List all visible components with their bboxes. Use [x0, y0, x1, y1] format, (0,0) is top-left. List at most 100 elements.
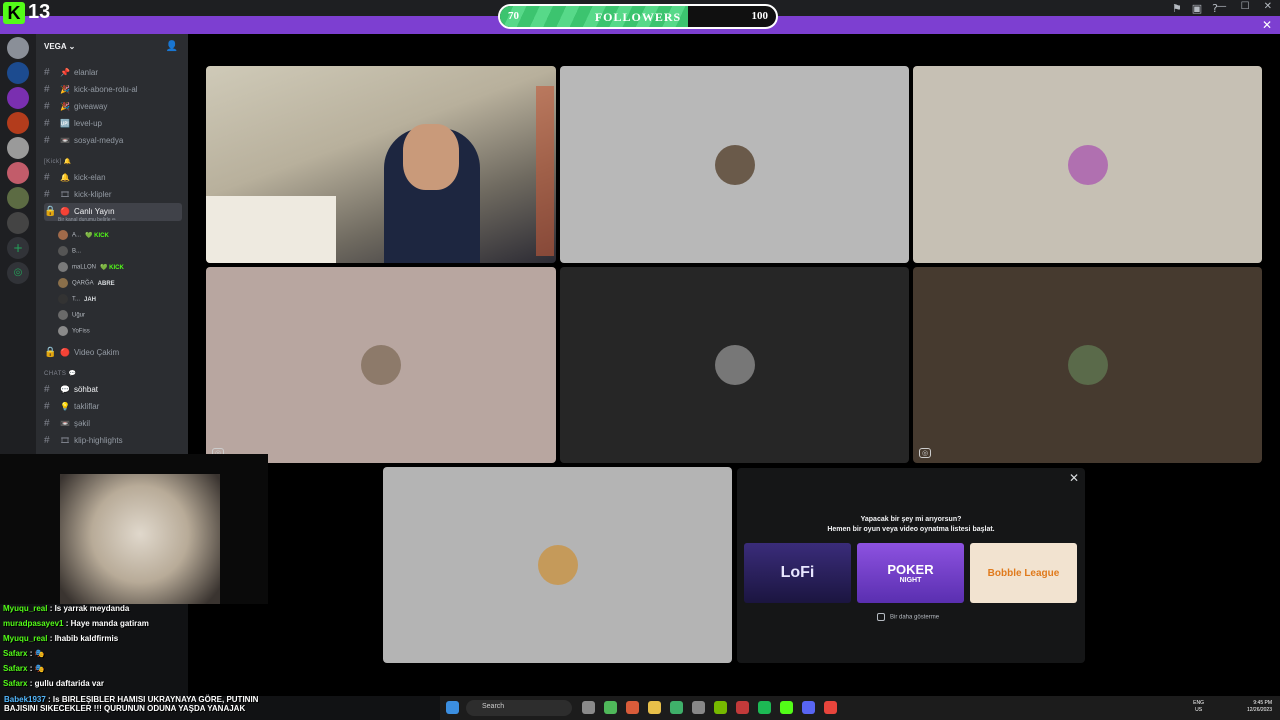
- channel-label: elanlar: [73, 68, 98, 77]
- chrome-icon[interactable]: [604, 701, 617, 714]
- channel-item[interactable]: # 🆙 level-up: [44, 118, 102, 129]
- stream-icon[interactable]: ◎: [919, 448, 931, 458]
- window-controls: — ☐ ✕: [1217, 1, 1272, 12]
- chat-message: Safarx : 🎭: [3, 649, 45, 658]
- activity-card-label: Bobble League: [987, 567, 1060, 579]
- server-icon[interactable]: [7, 62, 29, 84]
- avatar: [58, 262, 68, 272]
- channel-status-hint[interactable]: Bir kanal durumu belirle ✏: [58, 217, 116, 223]
- user-badge: JAH: [84, 296, 97, 303]
- nvidia-icon[interactable]: [714, 701, 727, 714]
- channel-item[interactable]: # 🎞 kick-klipler: [44, 189, 112, 200]
- app-icon[interactable]: [626, 701, 639, 714]
- avatar: [714, 144, 755, 185]
- chat-username: Myuqu_real: [3, 604, 48, 613]
- activity-card-lofi[interactable]: LoFi: [744, 543, 851, 603]
- channel-item[interactable]: # 🎞 klip-highlights: [44, 435, 123, 446]
- camera-background-light: [536, 86, 554, 256]
- channel-label: sosyal-medya: [73, 136, 124, 145]
- channel-label: kick-elan: [73, 173, 106, 182]
- app-icon[interactable]: [824, 701, 837, 714]
- server-icon[interactable]: [7, 112, 29, 134]
- server-name[interactable]: VEGA ⌄: [44, 42, 75, 51]
- server-icon[interactable]: [7, 212, 29, 234]
- store-icon[interactable]: [692, 701, 705, 714]
- close-icon[interactable]: ✕: [1069, 471, 1079, 485]
- server-icon[interactable]: [7, 187, 29, 209]
- voice-user[interactable]: A... 💚 KICK: [58, 230, 109, 240]
- channel-item[interactable]: # 📼 sosyal-medya: [44, 135, 123, 146]
- chat-username: Myuqu_real: [3, 634, 48, 643]
- video-tile[interactable]: [560, 66, 909, 263]
- stream-chat: Myuqu_real : Is yarrak meydanda muradpas…: [0, 602, 280, 694]
- taskbar-search[interactable]: Search: [466, 700, 572, 716]
- discord-icon[interactable]: [802, 701, 815, 714]
- channel-item[interactable]: # 📼 şəkil: [44, 418, 90, 429]
- channel-item[interactable]: # 🔔 kick-elan: [44, 172, 106, 183]
- start-icon[interactable]: [446, 701, 459, 714]
- clock[interactable]: 9:45 PM 12/26/2023: [1247, 700, 1272, 714]
- chat-message: muradpasayev1 : Haye manda gatiram: [3, 619, 149, 628]
- chat-username: Safarx: [3, 664, 28, 673]
- streamer-webcam: [0, 454, 268, 604]
- channel-item[interactable]: # 💬 söhbat: [44, 384, 98, 395]
- avatar: [58, 246, 68, 256]
- channel-item[interactable]: # 🎉 giveaway: [44, 101, 107, 112]
- chat-username: Safarx: [3, 649, 28, 658]
- minimize-icon[interactable]: —: [1217, 1, 1227, 12]
- app-icon[interactable]: [670, 701, 683, 714]
- channel-emoji: 🔴: [60, 207, 70, 216]
- video-tile[interactable]: [913, 66, 1262, 263]
- server-icon[interactable]: [7, 87, 29, 109]
- server-rail: + ◎: [0, 34, 36, 454]
- chat-message: Myuqu_real : Is yarrak meydanda: [3, 604, 129, 613]
- channel-sidebar: VEGA ⌄ 👤 # 📌 elanlar # 🎉 kick-abone-rolu-al …: [36, 34, 188, 454]
- add-server-icon[interactable]: +: [7, 237, 29, 259]
- activity-card-bobble-league[interactable]: Bobble League: [970, 543, 1077, 603]
- voice-user[interactable]: maLLON 💚 KICK: [58, 262, 124, 272]
- channel-item[interactable]: # 📌 elanlar: [44, 67, 98, 78]
- language-code: ENG: [1193, 700, 1204, 706]
- close-icon[interactable]: ✕: [1264, 1, 1272, 12]
- channel-emoji: 📌: [60, 68, 70, 77]
- dont-show-again-checkbox[interactable]: Bir daha gösterme: [877, 613, 939, 621]
- spotify-icon[interactable]: [758, 701, 771, 714]
- channel-item[interactable]: # 💡 takliflar: [44, 401, 99, 412]
- channel-label: Video Çakim: [73, 348, 120, 357]
- channel-emoji: 🔔: [60, 173, 70, 182]
- kick-logo: K: [3, 2, 25, 24]
- video-tile-camera[interactable]: [206, 66, 556, 263]
- voice-user[interactable]: Uğur: [58, 310, 85, 320]
- voice-user[interactable]: YoFiss: [58, 326, 90, 336]
- activity-card-poker[interactable]: POKER NIGHT: [857, 543, 964, 603]
- category-kick[interactable]: [Kick] 🔔: [44, 158, 72, 165]
- video-tile[interactable]: ◎: [206, 267, 556, 463]
- channel-item[interactable]: # 🎉 kick-abone-rolu-al: [44, 84, 138, 95]
- maximize-icon[interactable]: ☐: [1241, 1, 1250, 12]
- server-icon[interactable]: [7, 137, 29, 159]
- voice-channel[interactable]: 🔒 🔴 Video Çakim: [44, 347, 119, 358]
- server-icon[interactable]: [7, 37, 29, 59]
- keyboard-layout: US: [1195, 707, 1203, 713]
- file-explorer-icon[interactable]: [648, 701, 661, 714]
- video-tile[interactable]: [383, 467, 732, 663]
- add-member-icon[interactable]: 👤: [166, 41, 178, 52]
- chat-text: : Ihabib kaldfirmis: [47, 634, 119, 643]
- task-view-icon[interactable]: [582, 701, 595, 714]
- voice-user[interactable]: QARĞA ABRE: [58, 278, 115, 288]
- voice-user[interactable]: T... JAH: [58, 294, 96, 304]
- category-chats[interactable]: CHATS 💬: [44, 370, 77, 377]
- user-badge: 💚 KICK: [85, 232, 109, 239]
- app-icon[interactable]: [736, 701, 749, 714]
- server-icon[interactable]: [7, 162, 29, 184]
- video-tile[interactable]: [560, 267, 909, 463]
- language-indicator[interactable]: ENG US: [1193, 700, 1204, 714]
- pin-icon[interactable]: ⚑: [1172, 2, 1182, 15]
- video-tile[interactable]: ◎: [913, 267, 1262, 463]
- inbox-icon[interactable]: ▣: [1192, 2, 1202, 15]
- explore-icon[interactable]: ◎: [7, 262, 29, 284]
- kick-icon[interactable]: [780, 701, 793, 714]
- overlay-close-icon[interactable]: ✕: [1262, 18, 1272, 32]
- voice-user[interactable]: B...: [58, 246, 85, 256]
- taskbar: Search ENG US 9:45 PM 12/26/2023: [440, 696, 1280, 720]
